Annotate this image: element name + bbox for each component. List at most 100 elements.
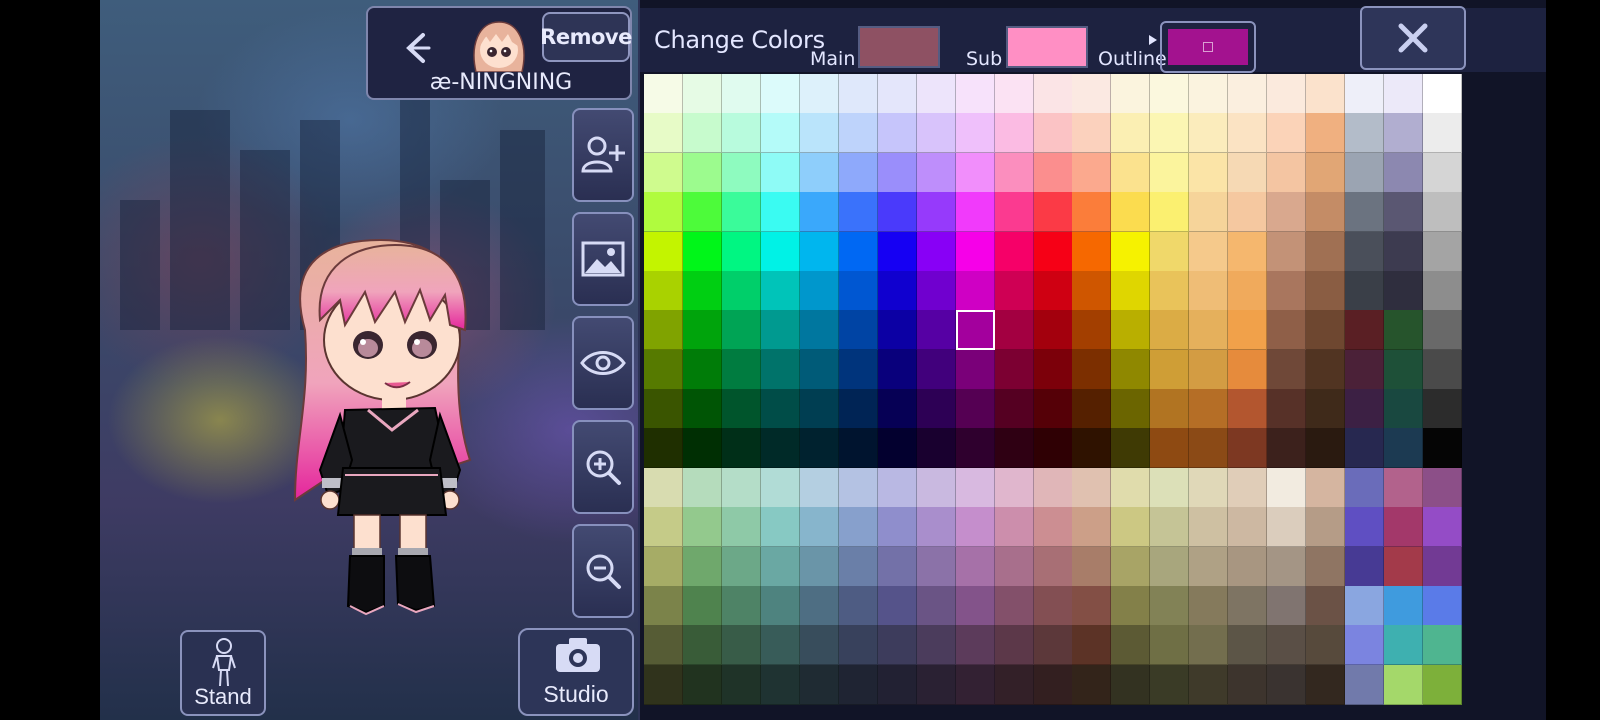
palette-color-cell[interactable] — [760, 270, 800, 311]
palette-color-cell[interactable] — [644, 74, 683, 114]
palette-color-cell[interactable] — [1306, 625, 1346, 666]
palette-color-cell[interactable] — [1306, 113, 1346, 154]
palette-color-cell[interactable] — [1072, 585, 1112, 626]
palette-color-cell[interactable] — [1423, 152, 1463, 193]
remove-button[interactable]: Remove — [540, 12, 632, 62]
palette-color-cell[interactable] — [1189, 310, 1229, 351]
palette-color-cell[interactable] — [1345, 113, 1385, 154]
palette-color-cell[interactable] — [760, 507, 800, 548]
palette-color-cell[interactable] — [1384, 546, 1424, 587]
palette-color-cell[interactable] — [682, 625, 722, 666]
palette-color-cell[interactable] — [644, 389, 683, 429]
palette-color-cell[interactable] — [1384, 231, 1424, 272]
palette-color-cell[interactable] — [1267, 625, 1307, 666]
palette-color-cell[interactable] — [1345, 231, 1385, 272]
palette-color-cell[interactable] — [682, 310, 722, 351]
palette-color-cell[interactable] — [644, 664, 683, 705]
palette-color-cell[interactable] — [1423, 389, 1463, 429]
palette-color-cell[interactable] — [916, 389, 956, 429]
palette-color-cell[interactable] — [799, 585, 839, 626]
palette-color-cell[interactable] — [1111, 507, 1151, 548]
palette-color-cell[interactable] — [1033, 389, 1073, 429]
palette-color-cell[interactable] — [994, 428, 1034, 469]
palette-color-cell[interactable] — [644, 349, 683, 390]
palette-color-cell[interactable] — [994, 74, 1034, 114]
palette-color-cell[interactable] — [721, 664, 761, 705]
palette-color-cell[interactable] — [838, 152, 878, 193]
palette-color-cell[interactable] — [1150, 113, 1190, 154]
palette-color-cell[interactable] — [760, 664, 800, 705]
palette-color-cell[interactable] — [682, 467, 722, 508]
palette-color-cell[interactable] — [1306, 467, 1346, 508]
palette-color-cell[interactable] — [877, 428, 917, 469]
palette-color-cell[interactable] — [1189, 664, 1229, 705]
palette-color-cell[interactable] — [1072, 310, 1112, 351]
palette-color-cell[interactable] — [1111, 192, 1151, 233]
palette-color-cell[interactable] — [760, 546, 800, 587]
palette-color-cell[interactable] — [916, 585, 956, 626]
palette-color-cell[interactable] — [1228, 625, 1268, 666]
palette-color-cell[interactable] — [1150, 349, 1190, 390]
palette-color-cell[interactable] — [1345, 467, 1385, 508]
palette-color-cell[interactable] — [1072, 389, 1112, 429]
palette-color-cell[interactable] — [799, 113, 839, 154]
palette-color-cell[interactable] — [760, 231, 800, 272]
palette-color-cell[interactable] — [994, 152, 1034, 193]
palette-color-cell[interactable] — [994, 507, 1034, 548]
sub-color-swatch[interactable] — [1006, 26, 1088, 68]
palette-color-cell[interactable] — [1111, 270, 1151, 311]
palette-color-cell[interactable] — [1423, 192, 1463, 233]
palette-color-cell[interactable] — [916, 349, 956, 390]
palette-color-cell[interactable] — [994, 231, 1034, 272]
palette-color-cell[interactable] — [916, 467, 956, 508]
palette-color-cell[interactable] — [1384, 507, 1424, 548]
palette-color-cell[interactable] — [1150, 152, 1190, 193]
palette-color-cell[interactable] — [1345, 349, 1385, 390]
palette-color-cell[interactable] — [1345, 546, 1385, 587]
palette-color-cell[interactable] — [1423, 428, 1463, 469]
palette-color-cell[interactable] — [1228, 231, 1268, 272]
palette-color-cell[interactable] — [916, 152, 956, 193]
palette-color-cell[interactable] — [916, 664, 956, 705]
palette-color-cell[interactable] — [1228, 113, 1268, 154]
palette-color-cell[interactable] — [799, 664, 839, 705]
palette-color-cell[interactable] — [1033, 664, 1073, 705]
palette-color-cell[interactable] — [916, 310, 956, 351]
palette-color-cell[interactable] — [1033, 546, 1073, 587]
palette-color-cell[interactable] — [1228, 467, 1268, 508]
palette-color-cell[interactable] — [1189, 467, 1229, 508]
palette-color-cell[interactable] — [1384, 585, 1424, 626]
palette-color-cell[interactable] — [721, 625, 761, 666]
palette-color-cell[interactable] — [1267, 546, 1307, 587]
character-figure[interactable] — [100, 0, 640, 720]
palette-color-cell[interactable] — [1306, 546, 1346, 587]
palette-color-cell[interactable] — [1306, 585, 1346, 626]
palette-color-cell[interactable] — [1111, 428, 1151, 469]
palette-color-cell[interactable] — [994, 349, 1034, 390]
palette-color-cell[interactable] — [1072, 507, 1112, 548]
palette-color-cell[interactable] — [1111, 664, 1151, 705]
palette-color-cell[interactable] — [877, 546, 917, 587]
palette-color-cell[interactable] — [1111, 585, 1151, 626]
palette-color-cell[interactable] — [1423, 585, 1463, 626]
palette-color-cell[interactable] — [994, 270, 1034, 311]
palette-color-cell[interactable] — [877, 231, 917, 272]
palette-color-cell[interactable] — [1384, 152, 1424, 193]
palette-color-cell[interactable] — [955, 310, 995, 351]
palette-color-cell[interactable] — [877, 625, 917, 666]
add-character-button[interactable] — [572, 108, 634, 202]
palette-color-cell[interactable] — [682, 507, 722, 548]
palette-color-cell[interactable] — [721, 389, 761, 429]
palette-color-cell[interactable] — [1111, 349, 1151, 390]
palette-color-cell[interactable] — [1267, 113, 1307, 154]
palette-color-cell[interactable] — [721, 74, 761, 114]
palette-color-cell[interactable] — [877, 349, 917, 390]
palette-color-cell[interactable] — [721, 270, 761, 311]
palette-color-cell[interactable] — [1423, 625, 1463, 666]
palette-color-cell[interactable] — [877, 507, 917, 548]
palette-color-cell[interactable] — [644, 231, 683, 272]
palette-color-cell[interactable] — [838, 428, 878, 469]
palette-color-cell[interactable] — [1228, 507, 1268, 548]
background-button[interactable] — [572, 212, 634, 306]
palette-color-cell[interactable] — [799, 507, 839, 548]
